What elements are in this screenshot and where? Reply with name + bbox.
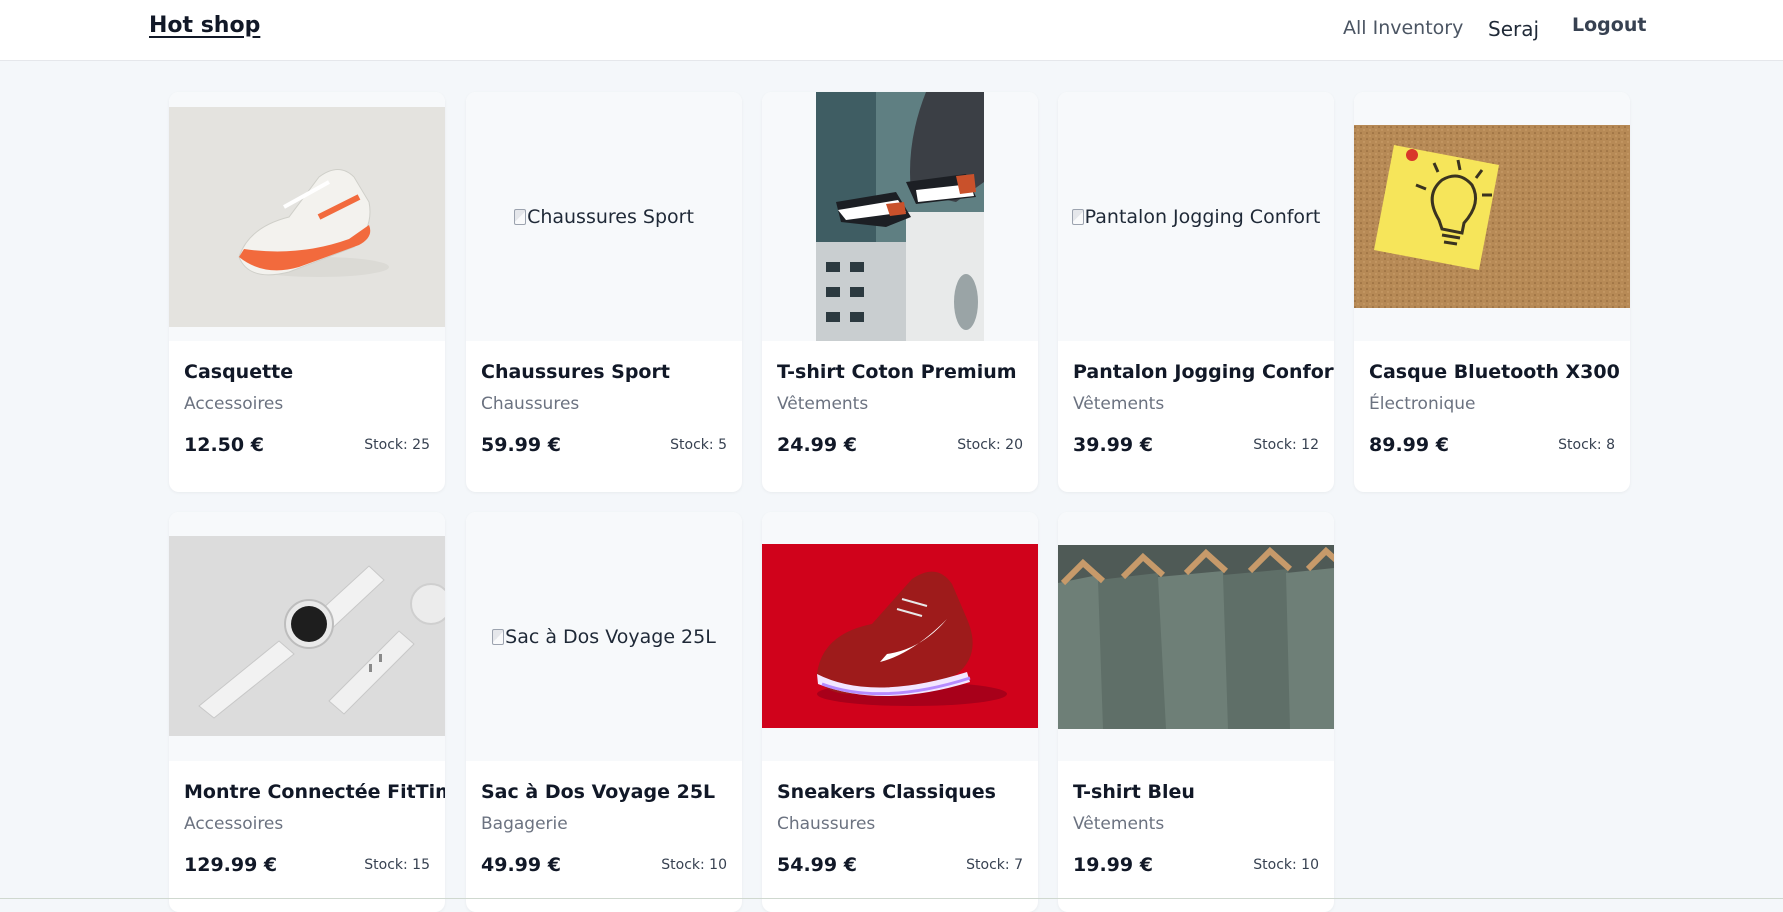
product-price: 19.99 € [1073, 854, 1153, 876]
product-price: 12.50 € [184, 434, 264, 456]
top-navbar: Hot shop All Inventory Seraj Logout [0, 0, 1783, 61]
nav-user-profile[interactable]: Seraj [1488, 17, 1539, 41]
product-stock: Stock: 25 [364, 437, 430, 453]
product-card[interactable]: Casque Bluetooth X300 Électronique 89.99… [1354, 92, 1630, 492]
product-price: 24.99 € [777, 434, 857, 456]
brand-logo-link[interactable]: Hot shop [149, 13, 260, 38]
product-name[interactable]: Pantalon Jogging Confort [1073, 361, 1334, 383]
product-category: Vêtements [777, 394, 869, 414]
product-category: Accessoires [184, 394, 284, 414]
product-card[interactable]: Sac à Dos Voyage 25L Sac à Dos Voyage 25… [466, 512, 742, 912]
image-alt-text: Sac à Dos Voyage 25L [505, 626, 716, 648]
broken-image-icon [1071, 209, 1084, 225]
image-alt-text: Chaussures Sport [527, 206, 694, 228]
product-name[interactable]: Casque Bluetooth X300 [1369, 361, 1620, 383]
product-price: 39.99 € [1073, 434, 1153, 456]
product-stock: Stock: 15 [364, 857, 430, 873]
product-card[interactable]: T-shirt Coton Premium Vêtements 24.99 € … [762, 92, 1038, 492]
nav-all-inventory[interactable]: All Inventory [1343, 17, 1463, 39]
product-stock: Stock: 7 [966, 857, 1023, 873]
product-price: 129.99 € [184, 854, 278, 876]
product-card[interactable]: Chaussures Sport Chaussures Sport Chauss… [466, 92, 742, 492]
product-price: 49.99 € [481, 854, 561, 876]
broken-image-icon [514, 209, 527, 225]
product-stock: Stock: 20 [957, 437, 1023, 453]
logout-button[interactable]: Logout [1572, 14, 1646, 36]
product-category: Chaussures [481, 394, 580, 414]
product-card[interactable]: Pantalon Jogging Confort Pantalon Joggin… [1058, 92, 1334, 492]
product-price: 54.99 € [777, 854, 857, 876]
product-category: Vêtements [1073, 394, 1165, 414]
product-image [169, 512, 445, 761]
product-name[interactable]: Sac à Dos Voyage 25L [481, 781, 715, 803]
product-stock: Stock: 5 [670, 437, 727, 453]
product-category: Électronique [1369, 394, 1476, 414]
product-card[interactable]: Montre Connectée FitTime Accessoires 129… [169, 512, 445, 912]
product-image-broken: Chaussures Sport [466, 92, 742, 341]
product-name[interactable]: Montre Connectée FitTime [184, 781, 445, 803]
product-category: Accessoires [184, 814, 284, 834]
broken-image-icon [492, 629, 505, 645]
product-price: 59.99 € [481, 434, 561, 456]
product-category: Bagagerie [481, 814, 568, 834]
product-image [762, 512, 1038, 761]
product-stock: Stock: 8 [1558, 437, 1615, 453]
image-alt-text: Pantalon Jogging Confort [1084, 206, 1321, 228]
product-image [762, 92, 1038, 341]
product-category: Chaussures [777, 814, 876, 834]
product-card[interactable]: Casquette Accessoires 12.50 € Stock: 25 [169, 92, 445, 492]
product-name[interactable]: Casquette [184, 361, 293, 383]
product-card[interactable]: Sneakers Classiques Chaussures 54.99 € S… [762, 512, 1038, 912]
product-card[interactable]: T-shirt Bleu Vêtements 19.99 € Stock: 10 [1058, 512, 1334, 912]
page-bottom-divider [0, 898, 1783, 899]
product-image [1058, 512, 1334, 761]
product-stock: Stock: 10 [661, 857, 727, 873]
product-name[interactable]: Chaussures Sport [481, 361, 670, 383]
product-image [169, 92, 445, 341]
product-stock: Stock: 12 [1253, 437, 1319, 453]
product-image [1354, 92, 1630, 341]
product-name[interactable]: T-shirt Coton Premium [777, 361, 1017, 383]
product-category: Vêtements [1073, 814, 1165, 834]
product-name[interactable]: Sneakers Classiques [777, 781, 996, 803]
product-name[interactable]: T-shirt Bleu [1073, 781, 1195, 803]
product-price: 89.99 € [1369, 434, 1449, 456]
product-stock: Stock: 10 [1253, 857, 1319, 873]
product-image-broken: Pantalon Jogging Confort [1058, 92, 1334, 341]
product-image-broken: Sac à Dos Voyage 25L [466, 512, 742, 761]
